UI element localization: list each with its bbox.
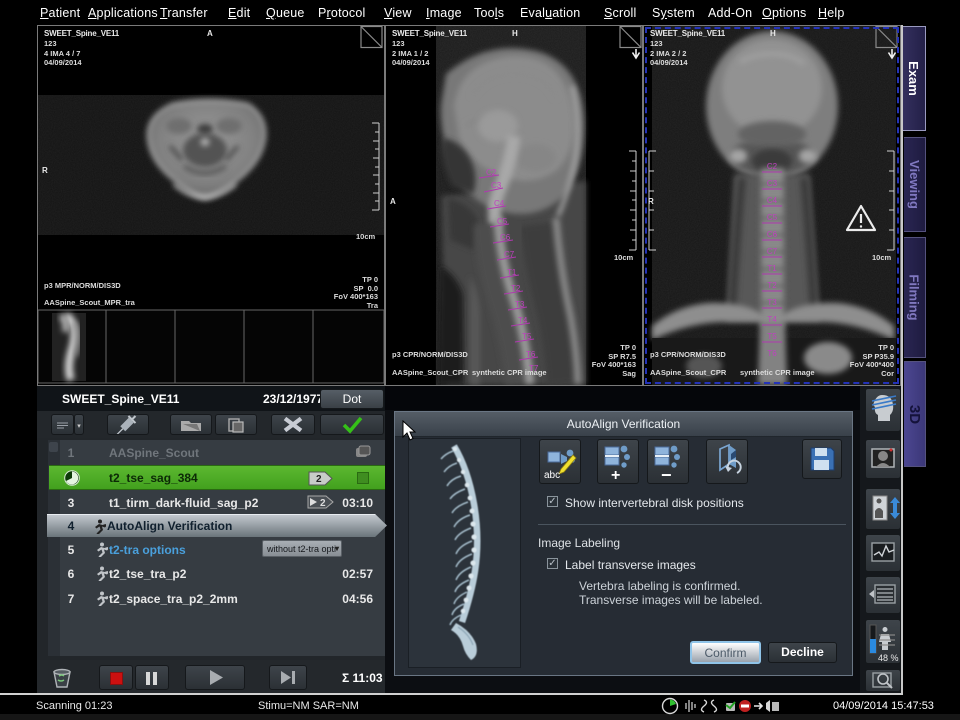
svg-text:2: 2 <box>316 474 322 485</box>
svg-text:C5: C5 <box>767 213 778 222</box>
svg-text:−: − <box>661 465 672 483</box>
svg-text:T6: T6 <box>767 349 777 358</box>
svg-text:48 %: 48 % <box>878 653 899 663</box>
svg-text:C4: C4 <box>767 196 778 205</box>
svg-text:T5: T5 <box>767 332 777 341</box>
svg-text:C2: C2 <box>767 162 778 171</box>
svg-text:+: + <box>611 467 620 483</box>
svg-text:C7: C7 <box>767 247 778 256</box>
svg-text:T4: T4 <box>767 315 777 324</box>
svg-text:2: 2 <box>320 498 326 509</box>
svg-text:C3: C3 <box>767 179 778 188</box>
svg-text:abc: abc <box>544 470 560 481</box>
svg-text:C6: C6 <box>767 230 778 239</box>
svg-text:T3: T3 <box>767 298 777 307</box>
svg-text:T1: T1 <box>767 264 777 273</box>
svg-text:T2: T2 <box>767 281 777 290</box>
